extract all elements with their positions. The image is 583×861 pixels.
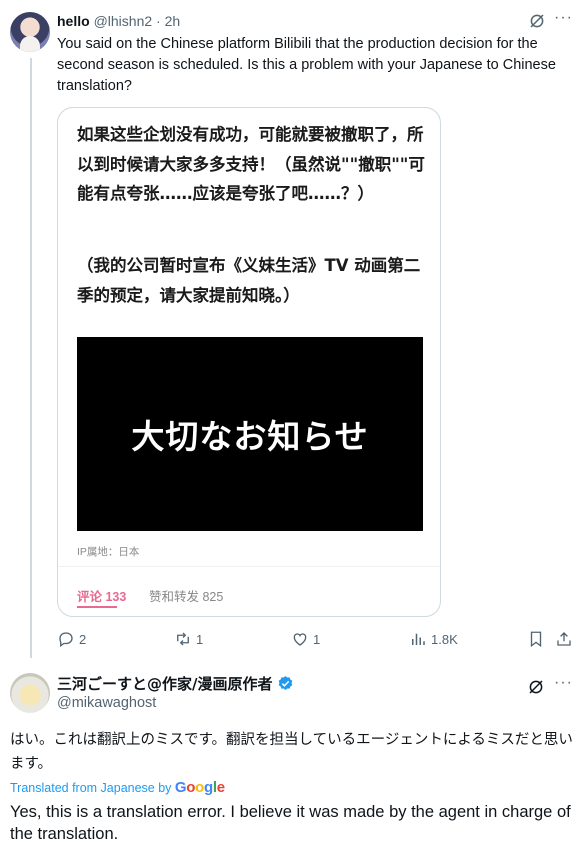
reply-icon [59, 632, 73, 648]
verified-badge-icon [278, 676, 293, 690]
tab-underline [77, 606, 117, 608]
bookmark-icon[interactable] [527, 630, 545, 648]
attached-image[interactable]: 如果这些企划没有成功，可能就要被撤职了，所以到时候请大家多多支持！（虽然说""撤… [57, 107, 441, 617]
ip-location: IP属地：日本 [77, 546, 140, 558]
share-icon[interactable] [555, 630, 573, 648]
tweet-text-translated: Yes, this is a translation error. I beli… [10, 803, 571, 843]
like-button[interactable]: 1 [291, 630, 320, 648]
translation-attribution[interactable]: Translated from Japanese by Google [10, 779, 225, 796]
retweet-count: 1 [196, 631, 204, 647]
views-chart-icon [412, 633, 425, 645]
announcement-title: 大切なお知らせ [131, 417, 369, 456]
divider [58, 566, 440, 567]
avatar[interactable] [10, 673, 50, 713]
more-options-icon[interactable]: ··· [554, 674, 573, 692]
retweet-icon [177, 632, 189, 646]
user-handle[interactable]: @mikawaghost [57, 695, 156, 711]
announcement-image: 大切なお知らせ [77, 337, 423, 531]
display-name[interactable]: hello [57, 13, 90, 29]
action-bar: 2 1 1 1.8K [57, 630, 577, 650]
reply-count: 2 [79, 631, 87, 647]
translated-from-label: Translated from Japanese by [10, 781, 172, 795]
bilibili-post-paragraph-1: 如果这些企划没有成功，可能就要被撤职了，所以到时候请大家多多支持！（虽然说""撤… [77, 125, 425, 203]
views-button[interactable]: 1.8K [409, 630, 458, 648]
user-handle[interactable]: @lhishn2 [94, 13, 153, 29]
reply-button[interactable]: 2 [57, 630, 86, 648]
tweet-header: hello @lhishn2 · 2h [57, 12, 180, 30]
tab-reposts: 赞和转发 825 [149, 590, 224, 604]
tweet-text: You said on the Chinese platform Bilibil… [57, 36, 556, 94]
avatar[interactable] [10, 12, 50, 52]
tweet-text-japanese: はい。これは翻訳上のミスです。翻訳を担当しているエージェントによるミスだと思いま… [10, 732, 573, 772]
heart-icon [293, 633, 307, 646]
bilibili-post-paragraph-2: （我的公司暂时宣布《义妹生活》TV 动画第二季的预定，请大家提前知晓。） [77, 256, 421, 305]
display-name[interactable]: 三河ごーすと@作家/漫画原作者 [57, 673, 272, 694]
grok-icon[interactable] [528, 12, 546, 30]
retweet-button[interactable]: 1 [174, 630, 203, 648]
grok-icon[interactable] [527, 678, 545, 696]
timestamp[interactable]: · 2h [156, 13, 180, 29]
like-count: 1 [313, 631, 321, 647]
google-logo: Google [174, 779, 225, 796]
thread-connector-line [30, 58, 32, 658]
more-options-icon[interactable]: ··· [554, 9, 573, 27]
tab-comments: 评论 133 [77, 590, 127, 604]
view-count: 1.8K [431, 631, 458, 647]
